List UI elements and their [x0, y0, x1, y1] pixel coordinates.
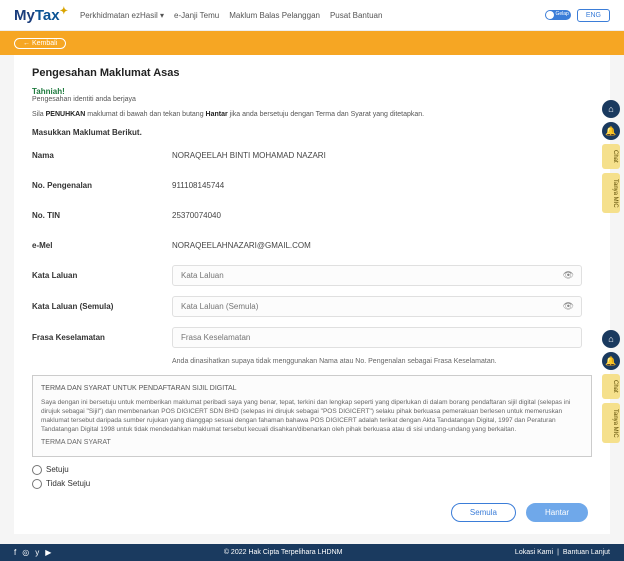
nav-bantuan[interactable]: Pusat Bantuan — [330, 11, 382, 20]
terms-title: TERMA DAN SYARAT UNTUK PENDAFTARAN SIJIL… — [41, 384, 583, 394]
security-hint: Anda dinasihatkan supaya tidak menggunak… — [172, 358, 592, 365]
eye-icon[interactable]: 👁 — [563, 301, 574, 312]
label-nama: Nama — [32, 151, 172, 160]
value-tin: 25370074040 — [172, 211, 221, 220]
chat-tab[interactable]: Chat — [602, 374, 620, 399]
success-sub: Pengesahan identiti anda berjaya — [32, 96, 592, 103]
social-icons: f ◎ y ▶ — [14, 548, 51, 557]
value-emel: NORAQEELAHNAZARI@GMAIL.COM — [172, 241, 311, 250]
label-security-phrase: Frasa Keselamatan — [32, 333, 172, 342]
value-nop: 911108145744 — [172, 181, 224, 190]
value-nama: NORAQEELAH BINTI MOHAMAD NAZARI — [172, 151, 326, 160]
home-icon[interactable]: ⌂ — [602, 330, 620, 348]
home-icon[interactable]: ⌂ — [602, 100, 620, 118]
copyright: © 2022 Hak Cipta Terpelihara LHDNM — [51, 549, 515, 556]
radio-agree[interactable]: Setuju — [32, 465, 592, 475]
logo: MyTax✦ — [14, 6, 68, 24]
security-phrase-input[interactable] — [172, 327, 582, 348]
chat-tab[interactable]: Chat — [602, 144, 620, 169]
label-nop: No. Pengenalan — [32, 181, 172, 190]
label-emel: e-Mel — [32, 241, 172, 250]
password-confirm-input[interactable] — [172, 296, 582, 317]
section-label: Masukkan Maklumat Berikut. — [32, 128, 592, 137]
eye-icon[interactable]: 👁 — [563, 270, 574, 281]
label-password-confirm: Kata Laluan (Semula) — [32, 302, 172, 311]
label-tin: No. TIN — [32, 211, 172, 220]
bell-icon[interactable]: 🔔 — [602, 122, 620, 140]
instagram-icon[interactable]: ◎ — [22, 548, 29, 557]
footer-location[interactable]: Lokasi Kami — [515, 549, 553, 556]
page-title: Pengesahan Maklumat Asas — [32, 67, 592, 79]
bell-icon[interactable]: 🔔 — [602, 352, 620, 370]
terms-sub: TERMA DAN SYARAT — [41, 438, 583, 448]
nav-maklum[interactable]: Maklum Balas Pelanggan — [229, 11, 320, 20]
nav-ezhasil[interactable]: Perkhidmatan ezHasil ▾ — [80, 11, 164, 20]
password-input[interactable] — [172, 265, 582, 286]
footer-help[interactable]: Bantuan Lanjut — [563, 549, 610, 556]
tanya-tab[interactable]: Tanya MIC — [602, 403, 620, 444]
language-button[interactable]: ENG — [577, 9, 610, 22]
terms-body: Saya dengan ini bersetuju untuk memberik… — [41, 398, 583, 434]
instruction-text: Sila PENUHKAN maklumat di bawah dan teka… — [32, 111, 592, 118]
terms-box[interactable]: TERMA DAN SYARAT UNTUK PENDAFTARAN SIJIL… — [32, 375, 592, 457]
back-button[interactable]: ← Kembali — [14, 38, 66, 49]
label-password: Kata Laluan — [32, 271, 172, 280]
tanya-tab[interactable]: Tanya MIC — [602, 173, 620, 214]
radio-disagree[interactable]: Tidak Setuju — [32, 479, 592, 489]
reset-button[interactable]: Semula — [451, 503, 516, 522]
nav-ejanji[interactable]: e-Janji Temu — [174, 11, 219, 20]
submit-button[interactable]: Hantar — [526, 503, 588, 522]
dark-mode-toggle[interactable]: Gelap — [545, 10, 571, 20]
twitter-icon[interactable]: y — [35, 548, 39, 557]
success-heading: Tahniah! — [32, 87, 592, 96]
facebook-icon[interactable]: f — [14, 548, 16, 557]
